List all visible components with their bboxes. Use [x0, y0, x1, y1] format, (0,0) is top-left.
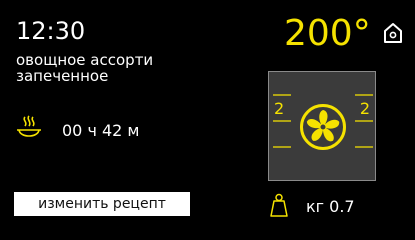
change-recipe-button[interactable]: изменить рецепт [14, 192, 190, 216]
clock-time: 12:30 [16, 17, 86, 45]
weight-value[interactable]: кг 0.7 [306, 197, 355, 217]
recipe-name-line-1: овощное ассорти [16, 51, 154, 69]
oven-mode-panel[interactable]: 2 2 [268, 71, 376, 181]
weight-icon [270, 193, 288, 217]
temperature-display[interactable]: 200° [284, 14, 371, 54]
remaining-time[interactable]: 00 ч 42 м [62, 121, 140, 141]
rack-level-right: 2 [359, 99, 370, 118]
home-icon[interactable] [383, 22, 403, 44]
recipe-name-line-2: запеченное [16, 67, 109, 85]
recipe-name: овощное ассорти запеченное [16, 52, 153, 84]
convection-fan-icon [300, 104, 346, 150]
rack-level-left: 2 [274, 99, 285, 118]
steaming-dish-icon [17, 115, 41, 137]
